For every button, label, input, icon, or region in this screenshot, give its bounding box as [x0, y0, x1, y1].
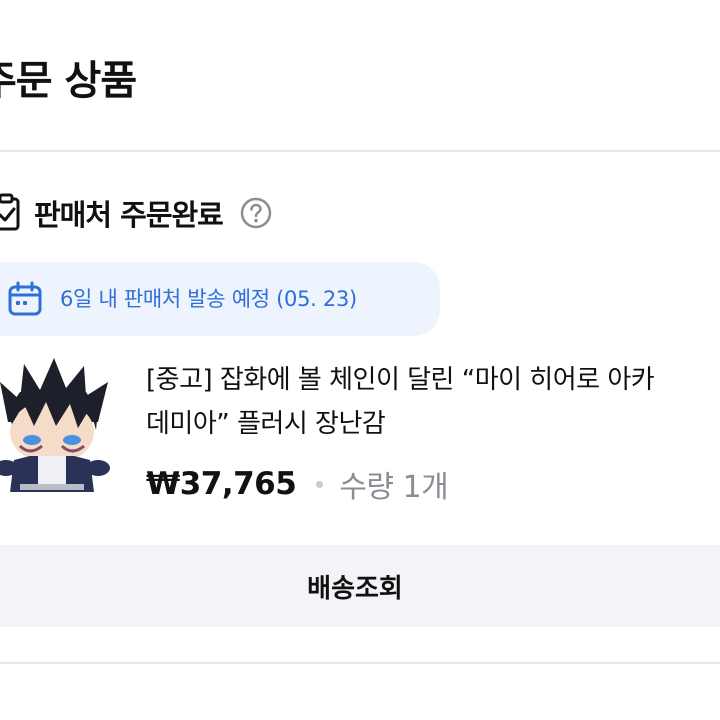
track-delivery-label: 배송조회 — [307, 572, 403, 603]
product-title[interactable]: [중고] 잡화에 볼 체인이 달린 “마이 히어로 아카 데미아” 플러시 장난… — [146, 358, 720, 446]
separator-dot — [316, 480, 324, 488]
shipping-estimate-chip: 6일 내 판매처 발송 예정 (05. 23) — [0, 262, 440, 336]
track-delivery-button[interactable]: 배송조회 — [0, 545, 720, 627]
shipping-estimate-text: 6일 내 판매처 발송 예정 (05. 23) — [60, 287, 357, 311]
product-price: ₩37,765 — [146, 466, 297, 502]
product-quantity: 수량 1개 — [339, 470, 449, 505]
order-status-label: 판매처 주문완료 — [34, 198, 224, 232]
price-row: ₩37,765 수량 1개 — [146, 462, 449, 506]
clipboard-check-icon — [0, 193, 20, 231]
calendar-icon — [8, 281, 42, 316]
question-circle-icon[interactable] — [239, 196, 273, 230]
divider — [0, 662, 720, 664]
order-status: 판매처 주문완료 — [0, 192, 273, 234]
product-thumbnail[interactable] — [0, 352, 118, 492]
plush-toy-image — [0, 352, 118, 492]
page-title: 주문 상품 — [0, 58, 137, 104]
divider — [0, 150, 720, 152]
